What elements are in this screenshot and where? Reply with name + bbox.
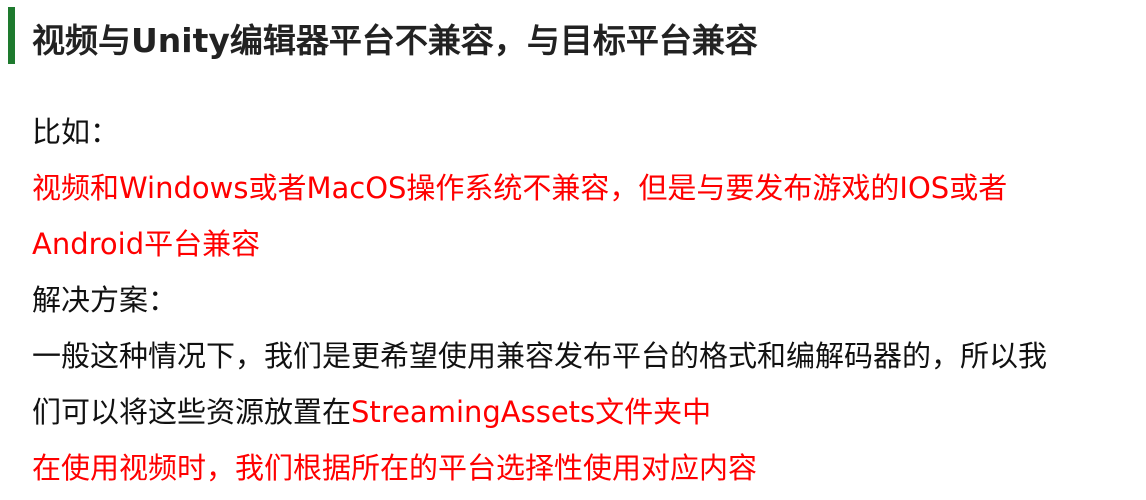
- section-heading: 视频与Unity编辑器平台不兼容，与目标平台兼容: [32, 21, 758, 60]
- body-text: 们可以将这些资源放置在: [32, 395, 352, 429]
- body-text: 比如：: [32, 115, 120, 149]
- highlighted-text: StreamingAssets文件夹中: [351, 395, 712, 429]
- body-text: 解决方案：: [32, 283, 178, 317]
- highlighted-text: 视频和Windows或者MacOS操作系统不兼容，但是与要发布游戏的IOS或者: [32, 171, 1008, 205]
- text-line: 在使用视频时，我们根据所在的平台选择性使用对应内容: [32, 440, 1142, 496]
- heading-accent-bar: [8, 7, 15, 64]
- text-line: 比如：: [32, 104, 1142, 160]
- body-text: 一般这种情况下，我们是更希望使用兼容发布平台的格式和编解码器的，所以我: [32, 339, 1048, 373]
- text-line: Android平台兼容: [32, 216, 1142, 272]
- document-body: 比如： 视频和Windows或者MacOS操作系统不兼容，但是与要发布游戏的IOS…: [32, 104, 1142, 496]
- highlighted-text: Android平台兼容: [32, 227, 261, 261]
- text-line: 们可以将这些资源放置在StreamingAssets文件夹中: [32, 384, 1142, 440]
- highlighted-text: 在使用视频时，我们根据所在的平台选择性使用对应内容: [32, 451, 758, 485]
- text-line: 一般这种情况下，我们是更希望使用兼容发布平台的格式和编解码器的，所以我: [32, 328, 1142, 384]
- text-line: 解决方案：: [32, 272, 1142, 328]
- text-line: 视频和Windows或者MacOS操作系统不兼容，但是与要发布游戏的IOS或者: [32, 160, 1142, 216]
